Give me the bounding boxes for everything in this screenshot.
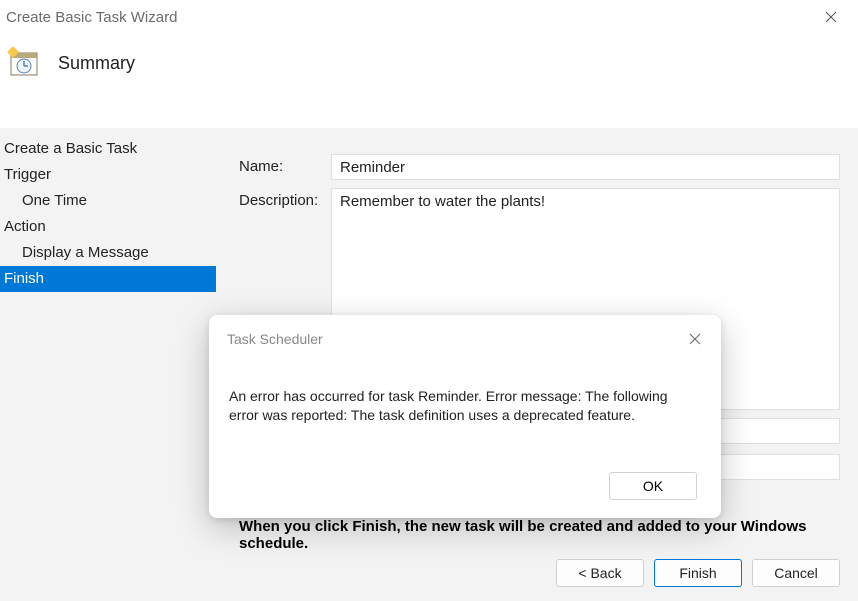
dialog-title: Task Scheduler (227, 331, 323, 347)
step-trigger[interactable]: Trigger (0, 162, 216, 188)
dialog-message: An error has occurred for task Reminder.… (229, 387, 701, 425)
dialog-close-button[interactable] (681, 325, 709, 353)
back-button[interactable]: < Back (556, 559, 644, 587)
cancel-button[interactable]: Cancel (752, 559, 840, 587)
step-display-message[interactable]: Display a Message (0, 240, 216, 266)
dialog-ok-button[interactable]: OK (609, 472, 697, 500)
close-icon (825, 11, 837, 23)
wizard-icon (8, 47, 40, 79)
step-one-time[interactable]: One Time (0, 188, 216, 214)
name-label: Name: (239, 154, 331, 175)
close-icon (689, 333, 701, 345)
finish-note: When you click Finish, the new task will… (239, 518, 858, 552)
window-title: Create Basic Task Wizard (6, 9, 177, 26)
error-dialog: Task Scheduler An error has occurred for… (209, 315, 721, 518)
step-action[interactable]: Action (0, 214, 216, 240)
step-create-basic-task[interactable]: Create a Basic Task (0, 136, 216, 162)
name-input[interactable] (331, 154, 840, 180)
step-finish[interactable]: Finish (0, 266, 216, 292)
description-label: Description: (239, 188, 331, 209)
window-close-button[interactable] (808, 2, 854, 32)
wizard-steps: Create a Basic Task Trigger One Time Act… (0, 128, 216, 292)
finish-button[interactable]: Finish (654, 559, 742, 587)
page-title: Summary (58, 53, 135, 74)
